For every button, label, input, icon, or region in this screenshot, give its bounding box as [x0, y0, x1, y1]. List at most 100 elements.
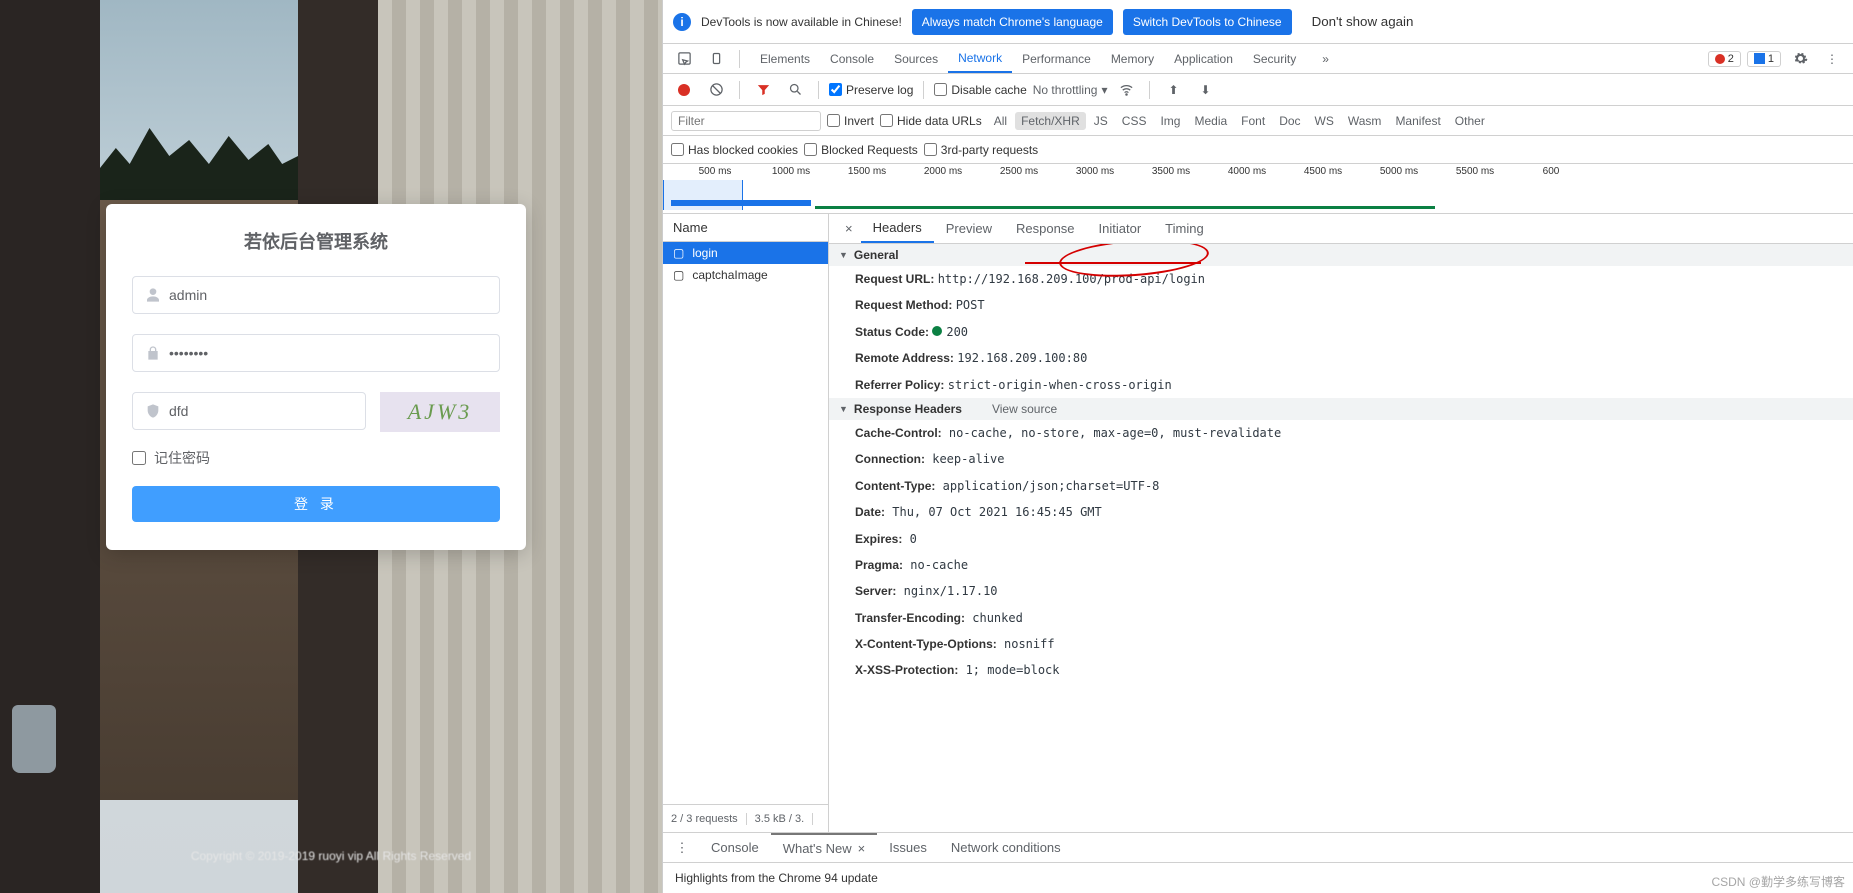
response-header-row: X-Content-Type-Options: nosniff	[829, 631, 1853, 657]
filter-bar-2: Has blocked cookies Blocked Requests 3rd…	[663, 136, 1853, 164]
hide-data-checkbox[interactable]: Hide data URLs	[880, 114, 982, 128]
response-header-row: X-XSS-Protection: 1; mode=block	[829, 657, 1853, 683]
response-header-row: Content-Type: application/json;charset=U…	[829, 473, 1853, 499]
filter-icon[interactable]	[750, 77, 776, 103]
filter-type-js[interactable]: JS	[1088, 112, 1114, 130]
network-controls: Preserve log Disable cache No throttling…	[663, 74, 1853, 106]
remember-input[interactable]	[132, 451, 146, 465]
detail-tab-response[interactable]: Response	[1004, 214, 1087, 243]
device-icon[interactable]	[703, 46, 729, 72]
blocked-cookies-checkbox[interactable]: Has blocked cookies	[671, 143, 798, 157]
drawer-tab-console[interactable]: Console	[699, 833, 771, 862]
detail-tab-preview[interactable]: Preview	[934, 214, 1004, 243]
clear-button[interactable]	[703, 77, 729, 103]
response-headers-section[interactable]: ▼Response HeadersView source	[829, 398, 1853, 420]
timeline-tick: 5000 ms	[1380, 166, 1418, 177]
notice-text: DevTools is now available in Chinese!	[701, 15, 902, 29]
tab-elements[interactable]: Elements	[750, 44, 820, 73]
download-icon[interactable]: ⬇	[1192, 77, 1218, 103]
drawer-kebab-icon[interactable]: ⋮	[669, 835, 695, 861]
request-list-footer: 2 / 3 requests3.5 kB / 3.	[663, 804, 828, 832]
close-icon[interactable]: ×	[858, 841, 866, 856]
detail-tab-headers[interactable]: Headers	[861, 214, 934, 243]
timeline-tick: 1000 ms	[772, 166, 810, 177]
copyright-text: Copyright © 2019-2019 ruoyi vip All Righ…	[0, 849, 662, 863]
tab-application[interactable]: Application	[1164, 44, 1243, 73]
request-row[interactable]: ▢captchaImage	[663, 264, 828, 286]
search-icon[interactable]	[782, 77, 808, 103]
drawer-tab-network-conditions[interactable]: Network conditions	[939, 833, 1073, 862]
close-detail-icon[interactable]: ×	[837, 221, 861, 236]
drawer-tab-what-s-new[interactable]: What's New×	[771, 833, 878, 862]
filter-input[interactable]	[671, 111, 821, 131]
file-icon: ▢	[673, 268, 684, 282]
request-row[interactable]: ▢login	[663, 242, 828, 264]
filter-type-font[interactable]: Font	[1235, 112, 1271, 130]
tab-performance[interactable]: Performance	[1012, 44, 1101, 73]
tab-network[interactable]: Network	[948, 44, 1012, 73]
lock-icon	[145, 345, 161, 361]
devtools-tabs: ElementsConsoleSourcesNetworkPerformance…	[663, 44, 1853, 74]
response-header-row: Pragma: no-cache	[829, 552, 1853, 578]
filter-type-fetch-xhr[interactable]: Fetch/XHR	[1015, 112, 1086, 130]
filter-type-media[interactable]: Media	[1188, 112, 1233, 130]
disable-cache-checkbox[interactable]: Disable cache	[934, 83, 1026, 97]
watermark: CSDN @勤学多练写博客	[1711, 873, 1845, 890]
preserve-log-checkbox[interactable]: Preserve log	[829, 83, 913, 97]
tab-console[interactable]: Console	[820, 44, 884, 73]
settings-icon[interactable]	[1787, 46, 1813, 72]
errors-badge[interactable]: 2	[1708, 51, 1741, 67]
username-input[interactable]	[169, 277, 487, 313]
issues-badge[interactable]: 1	[1747, 51, 1781, 67]
switch-chinese-button[interactable]: Switch DevTools to Chinese	[1123, 9, 1292, 35]
always-match-button[interactable]: Always match Chrome's language	[912, 9, 1113, 35]
login-title: 若依后台管理系统	[132, 228, 500, 254]
general-section[interactable]: ▼General	[829, 244, 1853, 266]
detail-body: ▼General Request URL: http://192.168.209…	[829, 244, 1853, 832]
request-detail: × HeadersPreviewResponseInitiatorTiming …	[829, 214, 1853, 832]
filter-bar: Invert Hide data URLs AllFetch/XHRJSCSSI…	[663, 106, 1853, 136]
request-list-header[interactable]: Name	[663, 214, 828, 242]
invert-checkbox[interactable]: Invert	[827, 114, 874, 128]
tab-memory[interactable]: Memory	[1101, 44, 1164, 73]
login-page: 若依后台管理系统 AJW3 记住密码 登 录 Copyr	[0, 0, 662, 893]
remember-checkbox[interactable]: 记住密码	[132, 448, 500, 468]
third-party-checkbox[interactable]: 3rd-party requests	[924, 143, 1038, 157]
blocked-requests-checkbox[interactable]: Blocked Requests	[804, 143, 918, 157]
filter-type-manifest[interactable]: Manifest	[1389, 112, 1446, 130]
wifi-icon[interactable]	[1113, 77, 1139, 103]
response-header-row: Cache-Control: no-cache, no-store, max-a…	[829, 420, 1853, 446]
throttling-select[interactable]: No throttling ▾	[1033, 83, 1108, 97]
drawer-tab-issues[interactable]: Issues	[877, 833, 939, 862]
filter-type-ws[interactable]: WS	[1309, 112, 1340, 130]
view-source-link[interactable]: View source	[992, 402, 1057, 416]
filter-type-wasm[interactable]: Wasm	[1342, 112, 1388, 130]
filter-type-css[interactable]: CSS	[1116, 112, 1153, 130]
file-icon: ▢	[673, 246, 684, 260]
upload-icon[interactable]: ⬆	[1160, 77, 1186, 103]
password-input[interactable]	[169, 335, 487, 371]
username-field-wrap[interactable]	[132, 276, 500, 314]
more-tabs[interactable]: »	[1312, 44, 1339, 73]
filter-type-img[interactable]: Img	[1154, 112, 1186, 130]
password-field-wrap[interactable]	[132, 334, 500, 372]
record-button[interactable]	[671, 77, 697, 103]
detail-tab-timing[interactable]: Timing	[1153, 214, 1216, 243]
timeline[interactable]: 500 ms1000 ms1500 ms2000 ms2500 ms3000 m…	[663, 164, 1853, 214]
login-button[interactable]: 登 录	[132, 486, 500, 522]
tab-security[interactable]: Security	[1243, 44, 1306, 73]
kebab-icon[interactable]: ⋮	[1819, 46, 1845, 72]
inspect-icon[interactable]	[671, 46, 697, 72]
captcha-field-wrap[interactable]	[132, 392, 366, 430]
filter-type-other[interactable]: Other	[1449, 112, 1491, 130]
captcha-input[interactable]	[169, 393, 353, 429]
captcha-image[interactable]: AJW3	[380, 392, 500, 432]
filter-type-doc[interactable]: Doc	[1273, 112, 1306, 130]
dont-show-button[interactable]: Don't show again	[1302, 8, 1424, 35]
filter-type-all[interactable]: All	[988, 112, 1013, 130]
drawer-tabs: ⋮ ConsoleWhat's New×IssuesNetwork condit…	[663, 833, 1853, 863]
timeline-tick: 3500 ms	[1152, 166, 1190, 177]
tab-sources[interactable]: Sources	[884, 44, 948, 73]
timeline-tick: 4000 ms	[1228, 166, 1266, 177]
detail-tab-initiator[interactable]: Initiator	[1087, 214, 1154, 243]
